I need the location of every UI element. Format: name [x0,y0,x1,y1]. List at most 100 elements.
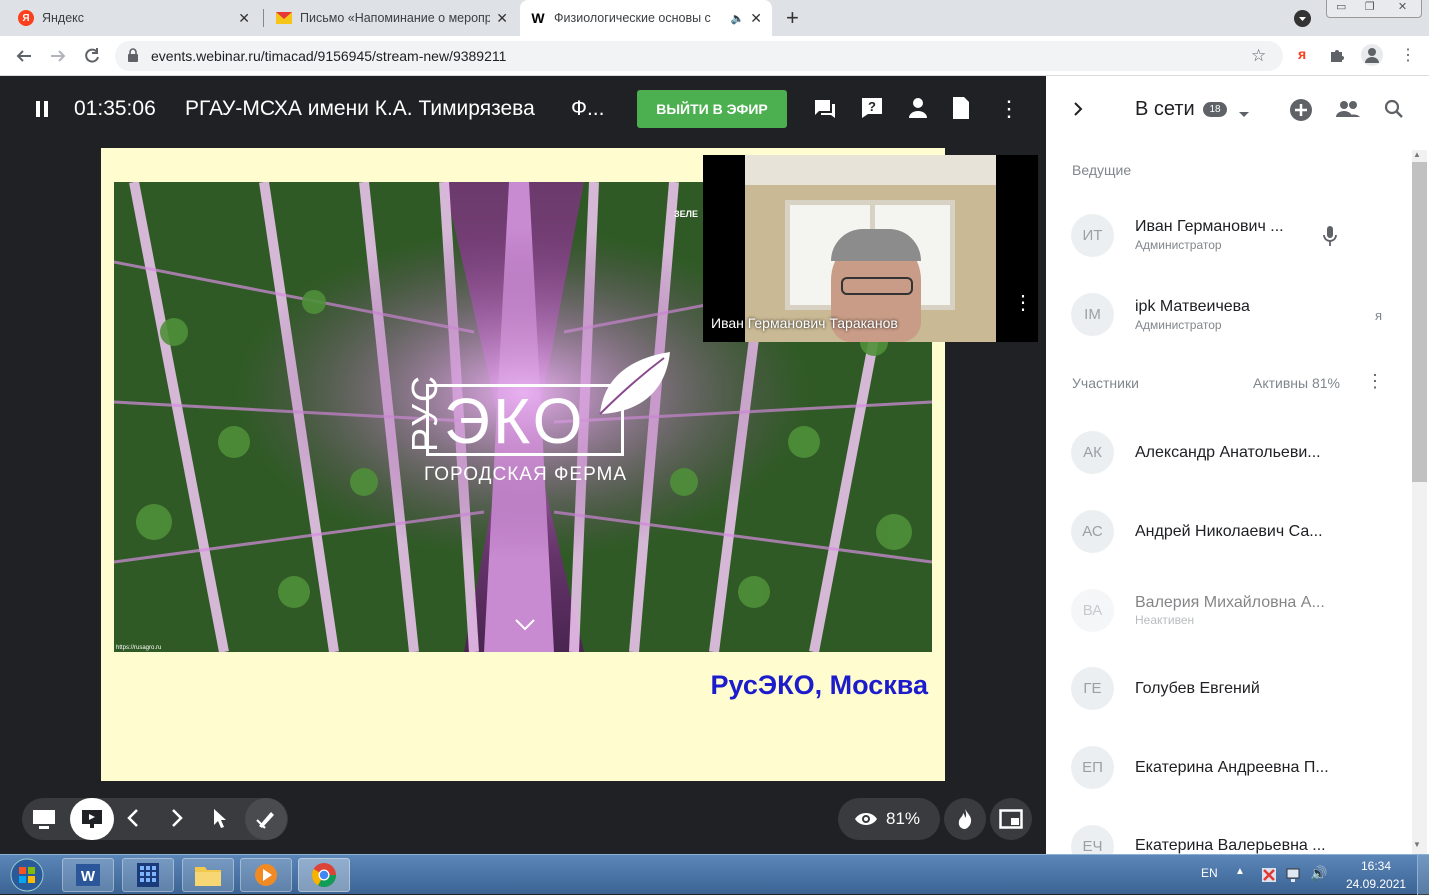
clock-time[interactable]: 16:34 [1346,859,1406,873]
reload-icon[interactable] [80,44,104,68]
participant-item[interactable]: ЕЧ Екатерина Валерьевна ... [1046,825,1406,854]
group-icon[interactable] [1335,100,1361,123]
leaf-logo-icon [594,350,672,423]
viewers-indicator[interactable]: 81% [838,798,940,840]
scrollbar-thumb[interactable] [1412,162,1427,482]
minimize-icon[interactable]: ▭ [1327,0,1355,17]
microphone-icon[interactable] [1323,225,1337,252]
close-tab-icon[interactable]: ✕ [238,10,250,27]
bookmark-star-icon[interactable]: ☆ [1251,46,1266,66]
viewers-percent: 81% [886,809,921,828]
flame-icon [958,809,972,829]
prev-slide-icon[interactable] [126,808,140,834]
chrome-icon [311,863,336,888]
participants-section-label: Участники [1072,375,1139,391]
show-desktop-button[interactable] [1417,855,1429,895]
logo-main-text: ЭКО [444,385,586,457]
next-slide-icon[interactable] [170,808,184,833]
extensions-icon[interactable] [1328,46,1346,69]
presentation-icon [82,810,102,828]
online-count-badge: 18 [1203,102,1227,117]
pause-icon[interactable] [35,100,49,123]
word-icon: W [76,864,100,886]
hosts-section-label: Ведущие [1072,162,1132,178]
close-window-icon[interactable]: ✕ [1384,0,1421,17]
new-tab-button[interactable]: + [786,5,799,31]
address-bar[interactable]: events.webinar.ru/timacad/9156945/stream… [115,41,1283,71]
sidebar-scrollbar[interactable]: ▲ ▼ [1412,150,1427,854]
grid-app-icon [137,863,159,887]
restore-icon[interactable]: ❐ [1355,0,1383,17]
tray-expand-icon[interactable]: ▲ [1235,866,1245,877]
taskbar-explorer[interactable] [182,858,234,892]
participant-item[interactable]: ЕП Екатерина Андреевна П... [1046,746,1406,806]
scroll-up-icon[interactable]: ▲ [1413,150,1421,159]
tab-title: Письмо «Напоминание о мероприятии» [300,11,491,25]
scroll-down-icon[interactable]: ▼ [1413,840,1421,849]
presentation-mode-button[interactable] [70,798,114,840]
close-tab-icon[interactable]: ✕ [750,10,762,27]
taskbar-media-player[interactable] [240,858,292,892]
language-indicator[interactable]: EN [1201,866,1218,880]
tab-mail[interactable]: Письмо «Напоминание о мероприятии» ✕ [266,0,518,36]
go-live-button[interactable]: ВЫЙТИ В ЭФИР [637,90,787,128]
close-tab-icon[interactable]: ✕ [496,10,508,27]
participants-menu-icon[interactable]: ⋮ [1366,371,1384,392]
webinar-title-more: Ф... [571,97,605,120]
chevron-down-icon[interactable] [1238,106,1250,124]
start-button[interactable] [4,855,50,895]
windows-logo-icon [10,858,44,892]
taskbar-calculator[interactable] [122,858,174,892]
member-role: Администратор [1135,318,1222,332]
participant-item-inactive[interactable]: ВА Валерия Михайловна А... Неактивен [1046,589,1406,649]
member-status: Неактивен [1135,613,1195,627]
tab-yandex[interactable]: Я Яндекс ✕ [8,0,260,36]
lock-icon [127,48,139,66]
file-icon[interactable] [952,96,970,125]
member-name: Екатерина Валерьевна ... [1135,837,1326,854]
action-center-icon[interactable] [1260,866,1278,889]
participants-icon[interactable] [908,97,928,124]
self-marker: я [1375,308,1383,323]
profile-menu-icon[interactable] [1294,10,1311,27]
yandex-extension-icon[interactable]: я [1298,46,1306,62]
participant-item[interactable]: АК Александр Анатольеви... [1046,431,1406,491]
svg-text:W: W [81,868,96,885]
back-icon[interactable] [12,44,36,68]
yandex-icon: Я [18,10,34,26]
chat-icon[interactable] [813,98,837,125]
svg-text:?: ? [868,99,876,114]
collapse-sidebar-icon[interactable] [1072,100,1084,123]
participant-item[interactable]: АС Андрей Николаевич Са... [1046,510,1406,570]
layout-button[interactable] [990,798,1032,840]
ceiling [745,155,996,185]
participant-item[interactable]: ГЕ Голубев Евгений [1046,667,1406,727]
browser-menu-icon[interactable]: ⋮ [1400,45,1416,65]
host-item[interactable]: ИТ Иван Германович ... Администратор [1046,214,1406,274]
camera-video [745,155,996,342]
pointer-icon[interactable] [212,808,228,835]
webinar-icon: W [531,10,545,26]
taskbar-chrome[interactable] [298,858,350,892]
avatar: IM [1071,293,1114,336]
screen-share-icon[interactable] [31,808,57,835]
camera-menu-icon[interactable]: ⋮ [1013,290,1033,315]
tab-webinar[interactable]: W Физиологические основы с 🔈 ✕ [520,0,772,36]
questions-icon[interactable]: ? [861,97,883,124]
profile-avatar-icon[interactable] [1361,44,1383,66]
tab-title: Физиологические основы с [554,11,711,25]
url-text: events.webinar.ru/timacad/9156945/stream… [151,48,507,64]
mail-icon [276,10,292,26]
add-participant-icon[interactable] [1290,99,1312,121]
draw-tool-button[interactable] [245,798,287,840]
more-menu-icon[interactable]: ⋮ [998,96,1020,122]
reactions-button[interactable] [944,798,986,840]
taskbar-word[interactable]: W [62,858,114,892]
search-icon[interactable] [1384,99,1404,124]
speaker-icon[interactable]: 🔈 [731,12,745,25]
host-item[interactable]: IM ipk Матвеичева Администратор я [1046,293,1406,353]
network-icon[interactable] [1285,866,1303,889]
forward-icon[interactable] [46,44,70,68]
volume-icon[interactable]: 🔊 [1310,865,1327,882]
clock-date[interactable]: 24.09.2021 [1346,877,1406,891]
